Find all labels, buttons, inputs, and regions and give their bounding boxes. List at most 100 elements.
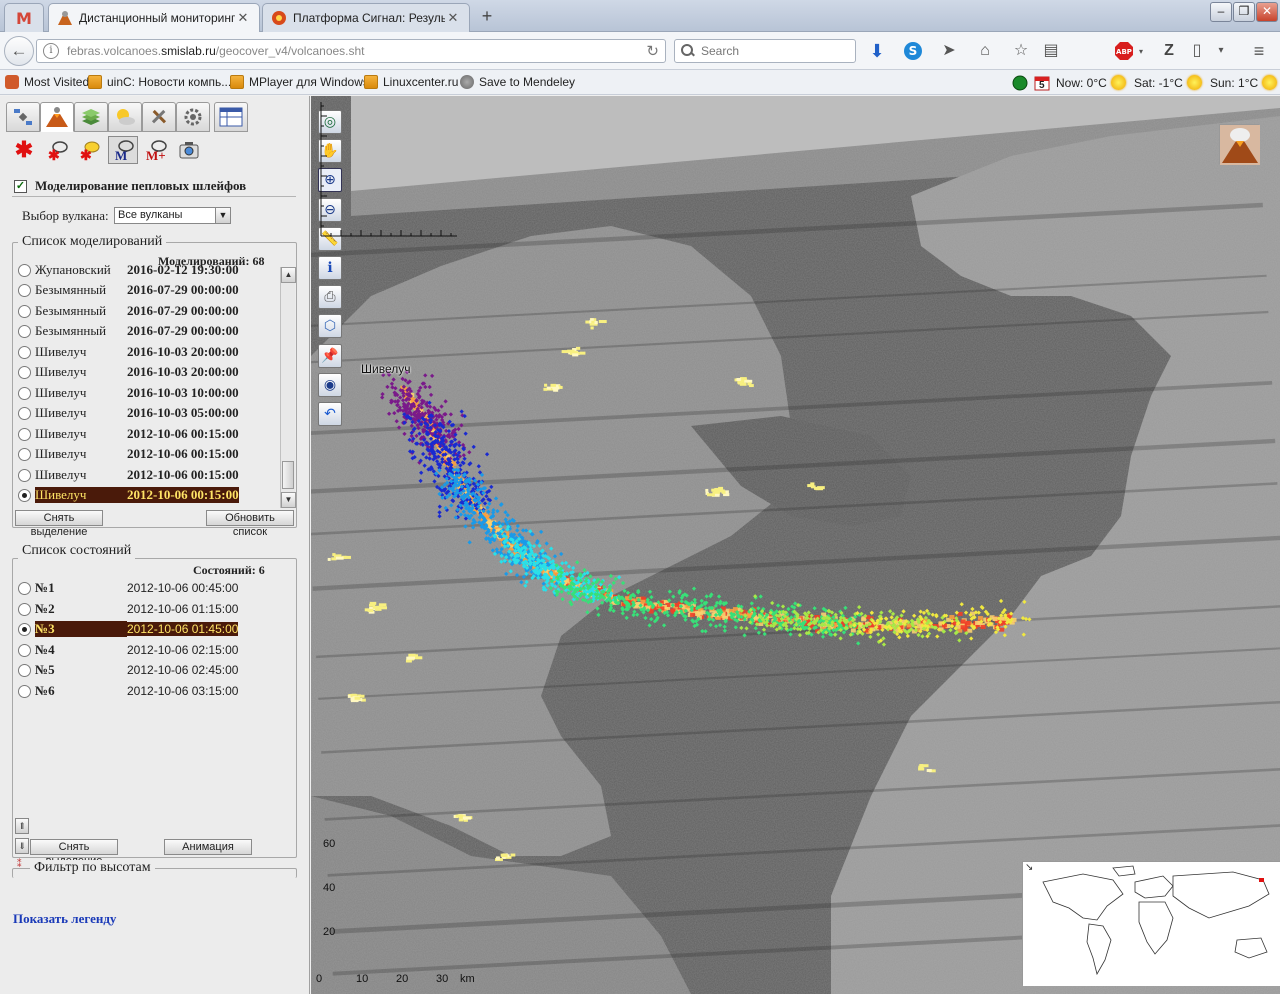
state-row[interactable]: №1 2012-10-06 00:45:00 <box>18 578 238 598</box>
radio-button[interactable] <box>18 622 31 636</box>
page-icon[interactable]: ▯ <box>1186 41 1208 63</box>
scroll-thumb[interactable] <box>282 461 294 489</box>
radio-button[interactable] <box>18 663 31 677</box>
add-model-tool[interactable]: M+ <box>142 136 172 164</box>
tab-table[interactable] <box>214 102 248 132</box>
menu-icon[interactable]: ≡ <box>1248 41 1270 63</box>
draw-area-tool[interactable]: ⬡ <box>318 314 342 339</box>
radio-button[interactable] <box>18 684 31 698</box>
chevron-down-icon[interactable]: ▼ <box>215 208 230 223</box>
model-row[interactable]: Шивелуч 2016-10-03 05:00:00 <box>18 403 239 423</box>
globe-tool[interactable]: ◉ <box>318 372 342 397</box>
tab-volcano-monitoring[interactable]: Дистанционный мониторинг ... ✕ <box>48 3 260 32</box>
radio-button[interactable] <box>18 406 31 420</box>
expand-minimap-icon[interactable]: ↘ <box>1025 862 1033 873</box>
radio-button[interactable] <box>18 602 31 616</box>
bookmark-linuxcenter[interactable]: Linuxcenter.ru <box>364 75 458 89</box>
scroll-down-icon[interactable]: ▼ <box>281 492 296 508</box>
eruption-marker-tool[interactable]: ✱ <box>9 136 39 164</box>
info-tool[interactable]: ℹ <box>318 256 342 280</box>
show-legend-link[interactable]: Показать легенду <box>13 911 116 927</box>
send-icon[interactable]: ➤ <box>938 41 960 63</box>
model-row[interactable]: Жупановский 2016-02-12 19:30:00 <box>18 262 239 280</box>
calendar-widget[interactable]: 5 <box>1034 75 1051 91</box>
volcano-thumbnail[interactable] <box>1219 124 1260 165</box>
bookmark-uinc[interactable]: uinC: Новости компь... <box>88 75 231 89</box>
radio-button[interactable] <box>18 643 31 657</box>
tab-signal-platform[interactable]: Платформа Сигнал: Резуль... ✕ <box>262 3 470 32</box>
tab-weather[interactable] <box>108 102 142 132</box>
model-row[interactable]: Безымянный 2016-07-29 00:00:00 <box>18 301 239 321</box>
radio-button[interactable] <box>18 581 31 595</box>
scroll-top-icon[interactable]: ⇑ <box>15 818 29 834</box>
states-clear-selection-button[interactable]: Снять выделение <box>30 839 118 867</box>
tab-layers[interactable] <box>74 102 108 132</box>
model-row[interactable]: Шивелуч 2012-10-06 00:15:00 <box>18 465 239 485</box>
radio-button[interactable] <box>18 345 31 359</box>
site-info-icon[interactable]: i <box>43 43 59 59</box>
state-row[interactable]: №5 2012-10-06 02:45:00 <box>18 660 238 680</box>
url-bar[interactable]: i febras.volcanoes.smislab.ru/geocover_v… <box>36 39 666 63</box>
height-filter-legend[interactable]: Фильтр по высотам <box>30 860 155 876</box>
undo-tool[interactable]: ↶ <box>318 402 342 426</box>
overview-minimap[interactable]: ↘ <box>1022 861 1280 986</box>
new-tab-button[interactable]: + <box>474 6 500 28</box>
radio-button[interactable] <box>18 386 31 400</box>
bookmark-mendeley[interactable]: Save to Mendeley <box>460 75 575 89</box>
expand-icon[interactable]: ⁑ <box>17 859 22 870</box>
page-menu-chevron-icon[interactable]: ▾ <box>1210 41 1232 63</box>
back-button[interactable]: ← <box>4 36 34 66</box>
radio-button[interactable] <box>18 263 31 277</box>
search-bar[interactable]: Search <box>674 39 856 63</box>
clear-selection-button[interactable]: Снять выделение <box>15 510 103 538</box>
volcano-select[interactable]: Все вулканы ▼ <box>114 207 231 224</box>
plume-model-tool[interactable]: M <box>108 136 138 164</box>
plume-outline-tool[interactable]: ✱ <box>42 136 72 164</box>
weather-sat[interactable]: Sat: -1°C <box>1134 75 1202 90</box>
state-row[interactable]: №4 2012-10-06 02:15:00 <box>18 640 238 660</box>
bookmark-star-icon[interactable]: ☆ <box>1010 41 1032 63</box>
plume-filled-tool[interactable]: ✱ <box>74 136 104 164</box>
state-row[interactable]: №2 2012-10-06 01:15:00 <box>18 599 238 619</box>
radio-button[interactable] <box>18 468 31 482</box>
weather-now[interactable]: Now: 0°C <box>1056 75 1126 90</box>
bookmark-mplayer[interactable]: MPlayer для Windows <box>230 75 369 89</box>
radio-button[interactable] <box>18 488 31 502</box>
radio-button[interactable] <box>18 324 31 338</box>
close-tab-icon[interactable]: ✕ <box>445 10 461 26</box>
model-row[interactable]: Шивелуч 2012-10-06 00:15:00 <box>18 444 239 464</box>
reload-icon[interactable]: ↻ <box>646 42 659 60</box>
tab-gmail[interactable]: M <box>4 3 44 32</box>
animation-button[interactable]: Анимация <box>164 839 252 855</box>
weather-sun[interactable]: Sun: 1°C <box>1210 75 1278 90</box>
volcano-label[interactable]: Шивелуч <box>361 362 410 376</box>
radio-button[interactable] <box>18 365 31 379</box>
scroll-bottom-icon[interactable]: ⇓ <box>15 838 29 854</box>
download-icon[interactable]: ⬇ <box>866 41 888 63</box>
scroll-up-icon[interactable]: ▲ <box>281 267 296 283</box>
state-row[interactable]: №3 2012-10-06 01:45:00 <box>18 619 239 639</box>
model-row[interactable]: Шивелуч 2012-10-06 00:15:00 <box>18 485 239 505</box>
radio-button[interactable] <box>18 304 31 318</box>
model-row[interactable]: Безымянный 2016-07-29 00:00:00 <box>18 321 239 341</box>
snapshot-tool[interactable] <box>174 136 204 164</box>
zotero-icon[interactable]: Z <box>1158 41 1180 63</box>
restore-button[interactable]: ❐ <box>1233 2 1255 22</box>
state-row[interactable]: №6 2012-10-06 03:15:00 <box>18 681 238 701</box>
status-indicator[interactable] <box>1012 75 1028 91</box>
radio-button[interactable] <box>18 427 31 441</box>
model-row[interactable]: Шивелуч 2016-10-03 20:00:00 <box>18 362 239 382</box>
reading-list-icon[interactable]: ▤ <box>1040 41 1062 63</box>
checkbox-checked-icon[interactable]: ✓ <box>14 179 27 193</box>
adblock-icon[interactable]: ABP ▾ <box>1114 41 1144 63</box>
tab-settings[interactable] <box>176 102 210 132</box>
bookmark-most-visited[interactable]: Most Visited <box>5 75 89 89</box>
plume-modeling-toggle[interactable]: ✓ Моделирование пепловых шлейфов <box>14 178 246 194</box>
model-row[interactable]: Шивелуч 2016-10-03 20:00:00 <box>18 342 239 362</box>
tab-satellite[interactable] <box>6 102 40 132</box>
tab-volcanoes[interactable] <box>40 102 74 132</box>
model-row[interactable]: Шивелуч 2012-10-06 00:15:00 <box>18 424 239 444</box>
tab-tools[interactable] <box>142 102 176 132</box>
models-scrollbar[interactable]: ▲ ▼ <box>280 267 296 508</box>
print-tool[interactable]: ⎙ <box>318 285 342 310</box>
